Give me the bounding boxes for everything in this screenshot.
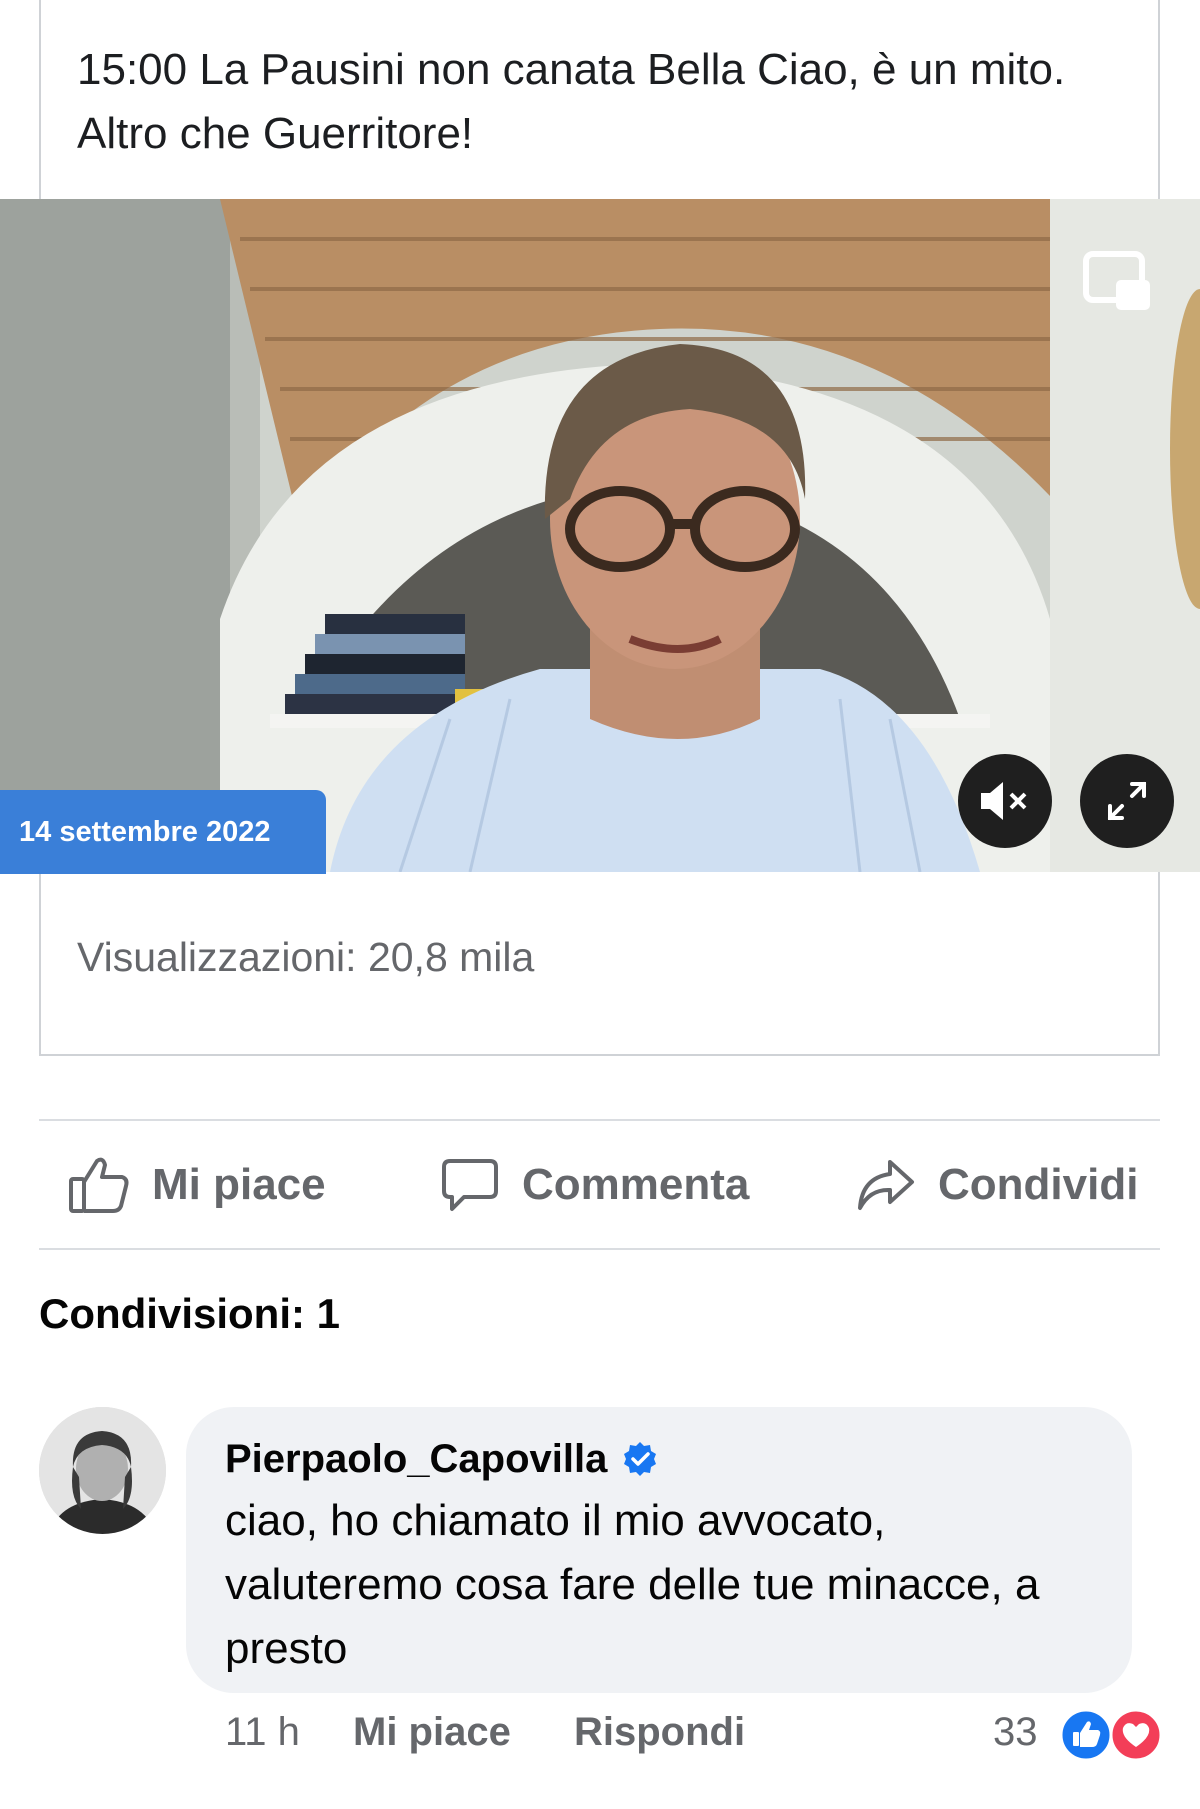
comment-button[interactable]: Commenta [440, 1150, 749, 1220]
picture-in-picture-icon[interactable] [1082, 250, 1154, 316]
share-button[interactable]: Condividi [856, 1150, 1138, 1220]
divider [39, 1248, 1160, 1250]
date-badge: 14 settembre 2022 [0, 790, 326, 874]
divider [39, 1119, 1160, 1121]
share-label: Condividi [938, 1160, 1139, 1209]
verified-badge-icon [624, 1442, 657, 1476]
share-arrow-icon [858, 1160, 914, 1210]
like-button[interactable]: Mi piace [68, 1150, 326, 1220]
mute-button[interactable] [958, 754, 1052, 848]
like-label: Mi piace [152, 1160, 326, 1209]
comment-text: ciao, ho chiamato il mio avvocato, valut… [225, 1496, 1040, 1673]
reaction-icons[interactable] [1057, 1707, 1165, 1763]
fullscreen-button[interactable] [1080, 754, 1174, 848]
comment-bubble-icon [442, 1159, 498, 1211]
avatar[interactable] [39, 1407, 166, 1534]
mute-icon [981, 782, 1027, 820]
comment-like-button[interactable]: Mi piace [353, 1710, 511, 1755]
thumbs-up-icon [69, 1157, 129, 1213]
comment-reply-button[interactable]: Rispondi [574, 1710, 745, 1755]
love-icon [1109, 1708, 1163, 1762]
comment-label: Commenta [522, 1160, 750, 1209]
comment-time[interactable]: 11 h [225, 1710, 300, 1755]
comment-author[interactable]: Pierpaolo_Capovilla [225, 1437, 607, 1482]
reaction-count[interactable]: 33 [993, 1710, 1038, 1755]
comment-bubble[interactable]: Pierpaolo_Capovilla ciao, ho chiamato il… [186, 1407, 1132, 1693]
fullscreen-icon [1108, 782, 1146, 820]
view-count: Visualizzazioni: 20,8 mila [77, 934, 535, 980]
post-text: 15:00 La Pausini non canata Bella Ciao, … [77, 45, 1066, 158]
shares-count[interactable]: Condivisioni: 1 [39, 1290, 340, 1338]
like-icon [1059, 1708, 1113, 1762]
